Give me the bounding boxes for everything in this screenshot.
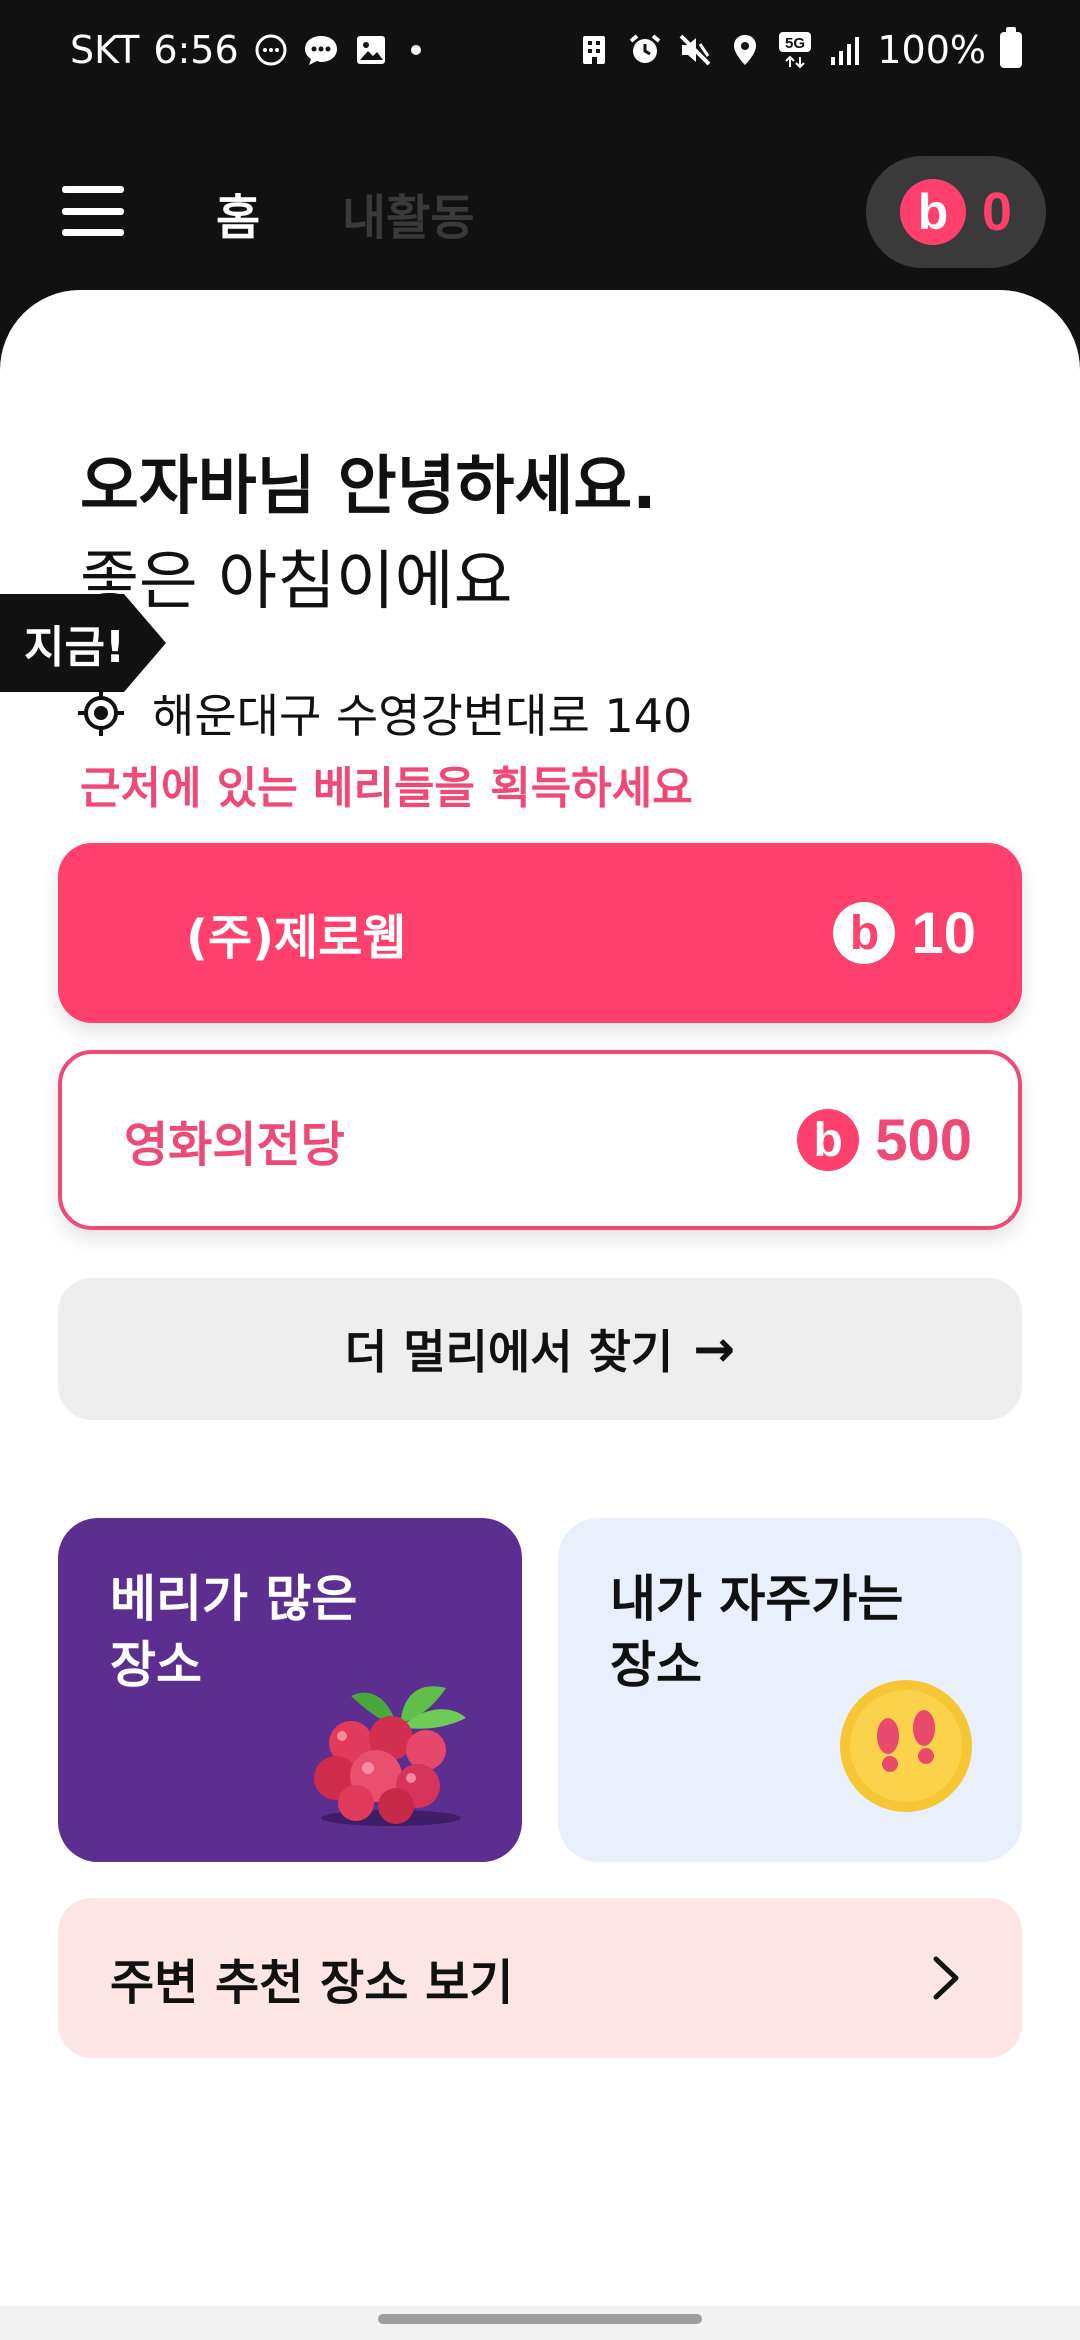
greeting-subtitle: 좋은 아침이에요 [80, 545, 513, 619]
nearby-recommendations-button[interactable]: 주변 추천 장소 보기 [58, 1898, 1022, 2058]
home-sheet: 오자바님 안녕하세요. 좋은 아침이에요 해운대구 수영강변대로 140 근처에… [0, 290, 1080, 2340]
berry-logo-icon: b [797, 1109, 860, 1171]
battery-percent: 100% [877, 28, 986, 72]
building-icon [577, 30, 613, 70]
reward-amount: 500 [875, 1107, 972, 1173]
clock: 6:56 [153, 28, 239, 72]
berry-logo-icon: b [833, 902, 896, 964]
reward-amount: 10 [911, 900, 976, 966]
chat-bubble-icon [253, 30, 289, 70]
tab-my-activity[interactable]: 내활동 [342, 178, 474, 248]
greeting-title: 오자바님 안녕하세요. [80, 450, 657, 524]
crosshair-icon [78, 690, 124, 736]
status-left: SKT 6:56 [70, 28, 421, 72]
tab-home[interactable]: 홈 [216, 178, 260, 248]
location-address: 해운대구 수영강변대로 140 [152, 689, 693, 743]
location-icon [727, 30, 763, 70]
berry-balance: 0 [981, 182, 1013, 242]
svg-text:5G: 5G [785, 35, 805, 52]
message-icon [303, 30, 339, 70]
place-name: 영화의전당 [124, 1117, 345, 1173]
berry-logo-icon: b [899, 179, 966, 245]
signal-icon [827, 30, 863, 70]
berries-icon [314, 1686, 466, 1826]
recommend-label: 주변 추천 장소 보기 [110, 1955, 514, 2011]
nearby-place-card[interactable]: 영화의전당 b 500 [58, 1050, 1022, 1230]
menu-icon [62, 186, 124, 193]
find-farther-button[interactable]: 더 멀리에서 찾기 → [58, 1278, 1022, 1420]
arrow-right-icon: → [693, 1320, 736, 1378]
image-icon [353, 30, 389, 70]
top-app-bar: 홈 내활동 b 0 [0, 106, 1080, 296]
nearby-place-card[interactable]: (주)제로웹 b 10 [58, 843, 1022, 1023]
footprints-icon [840, 1680, 972, 1812]
nearby-berries-hint: 근처에 있는 베리들을 획득하세요 [80, 763, 693, 814]
carrier-label: SKT [70, 28, 140, 72]
current-location[interactable]: 해운대구 수영강변대로 140 [76, 680, 692, 746]
place-name: (주)제로웹 [186, 910, 407, 966]
home-gesture-handle[interactable] [378, 2314, 702, 2324]
mute-icon [677, 30, 713, 70]
network-5g-icon: 5G [777, 30, 813, 70]
find-farther-label: 더 멀리에서 찾기 [344, 1325, 674, 1379]
status-bar: SKT 6:56 5G 100% [0, 0, 1080, 106]
place-reward: b 10 [833, 900, 976, 967]
frequent-places-tile[interactable]: 내가 자주가는 장소 [558, 1518, 1022, 1862]
berry-balance-button[interactable]: b 0 [866, 156, 1046, 268]
chevron-right-icon [933, 1956, 959, 2000]
battery-icon [1000, 27, 1022, 68]
menu-button[interactable] [62, 186, 124, 236]
alarm-icon [627, 30, 663, 70]
notification-dot [410, 45, 421, 55]
place-reward: b 500 [797, 1107, 972, 1174]
berry-rich-places-tile[interactable]: 베리가 많은 장소 [58, 1518, 522, 1862]
status-right: 5G 100% [577, 27, 1022, 72]
